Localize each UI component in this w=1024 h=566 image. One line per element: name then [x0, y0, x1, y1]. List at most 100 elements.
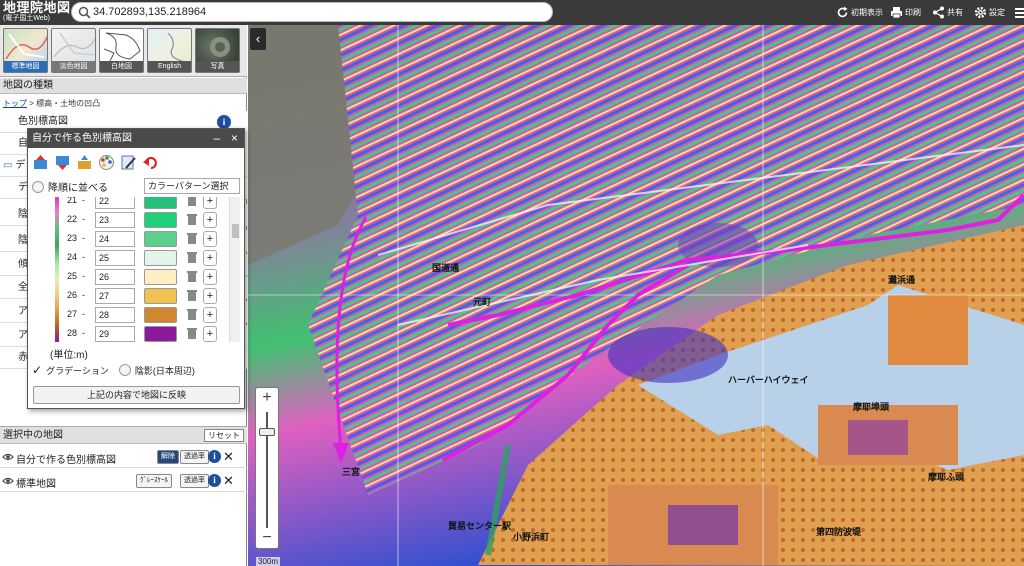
thumb-standard[interactable]: 標準地図 [3, 28, 48, 73]
elevation-row: 28- 29 + [61, 325, 236, 342]
add-row-button[interactable]: + [203, 212, 217, 228]
search-input[interactable] [93, 4, 533, 20]
reset-button[interactable]: リセット [204, 429, 244, 442]
printer-icon [891, 7, 902, 19]
thumb-blank-label: 白地図 [100, 61, 143, 72]
add-bottom-icon[interactable] [54, 154, 71, 171]
eye-icon[interactable] [2, 451, 14, 463]
map-label: 小野浜町 [513, 532, 550, 542]
close-icon[interactable]: ✕ [223, 473, 234, 489]
range-dash: - [82, 252, 85, 262]
thumb-photo[interactable]: 写真 [195, 28, 240, 73]
add-row-button[interactable]: + [203, 288, 217, 304]
range-high-input[interactable]: 24 [95, 231, 135, 247]
elevation-row: 23- 24 + [61, 230, 236, 249]
opacity-button[interactable]: 透過率 [180, 450, 209, 464]
edit-pen-icon[interactable] [120, 154, 137, 171]
minimize-button[interactable]: – [213, 129, 220, 148]
close-icon[interactable]: ✕ [223, 449, 234, 465]
layer-item-label: 色別標高図 [18, 116, 68, 127]
table-scrollbar[interactable] [229, 197, 240, 342]
trash-icon[interactable] [187, 327, 197, 340]
more-icon[interactable] [1014, 4, 1024, 21]
add-row-button[interactable]: + [203, 197, 217, 209]
release-button[interactable]: 解除 [157, 450, 179, 464]
add-top-icon[interactable] [32, 154, 49, 171]
trash-icon[interactable] [187, 213, 197, 226]
trash-icon[interactable] [187, 251, 197, 264]
info-icon[interactable]: i [208, 474, 221, 487]
color-pattern-select[interactable]: カラーパターン選択 [144, 178, 240, 194]
range-dash: - [82, 290, 85, 300]
range-high-input[interactable]: 26 [95, 269, 135, 285]
range-low: 25 [66, 271, 77, 281]
range-high-input[interactable]: 23 [95, 212, 135, 228]
elevation-row: 25- 26 + [61, 268, 236, 287]
zoom-in-button[interactable]: + [256, 389, 278, 407]
thumb-english[interactable]: English [147, 28, 192, 73]
add-row-button[interactable]: + [203, 269, 217, 285]
info-icon[interactable]: i [217, 115, 231, 129]
close-button[interactable]: × [231, 129, 238, 148]
thumb-pale[interactable]: 淡色地図 [51, 28, 96, 73]
color-swatch[interactable] [144, 288, 177, 304]
palette-icon[interactable] [98, 154, 115, 171]
range-high-input[interactable]: 29 [95, 326, 135, 342]
color-swatch[interactable] [144, 250, 177, 266]
gradation-checkbox[interactable]: ✓ [32, 363, 42, 377]
sort-descending-option[interactable]: 降順に並べる [32, 179, 108, 194]
zoom-out-button[interactable]: − [256, 529, 278, 547]
share-button[interactable]: 共有 [932, 4, 963, 21]
color-swatch[interactable] [144, 307, 177, 323]
trash-icon[interactable] [187, 232, 197, 245]
add-row-button[interactable]: + [203, 231, 217, 247]
grayscale-button[interactable]: ｸﾞﾚｰｽｹｰﾙ [136, 474, 172, 488]
map-label: ハーバーハイウェイ [728, 375, 809, 385]
opacity-button[interactable]: 透過率 [180, 474, 209, 488]
apply-to-map-button[interactable]: 上記の内容で地図に反映 [33, 386, 240, 404]
trash-icon[interactable] [187, 289, 197, 302]
photo-thumbnail [210, 37, 230, 57]
map-label: 第四防波堤 [816, 527, 862, 537]
range-dash: - [82, 214, 85, 224]
map-label: 貿易センター駅 [448, 521, 512, 531]
range-dash: - [82, 328, 85, 338]
trash-icon[interactable] [187, 270, 197, 283]
color-swatch[interactable] [144, 269, 177, 285]
undo-icon[interactable] [142, 154, 159, 171]
info-icon[interactable]: i [208, 450, 221, 463]
color-swatch[interactable] [144, 197, 177, 209]
eye-icon[interactable] [2, 475, 14, 487]
range-high-input[interactable]: 27 [95, 288, 135, 304]
settings-button[interactable]: 設定 [974, 4, 1005, 21]
collapse-panel-button[interactable]: ‹ [250, 28, 266, 50]
print-button[interactable]: 印刷 [890, 4, 921, 21]
app-header: 地理院地図 (電子国土Web) 初期表示 印刷 共有 設定 [0, 0, 1024, 25]
search-icon[interactable] [78, 6, 91, 19]
add-row-button[interactable]: + [203, 307, 217, 323]
range-high-input[interactable]: 28 [95, 307, 135, 323]
shade-checkbox[interactable] [118, 364, 131, 376]
map-canvas[interactable] [248, 25, 1024, 566]
scrollbar-thumb[interactable] [232, 224, 239, 238]
app-logo[interactable]: 地理院地図 (電子国土Web) [3, 1, 71, 23]
zoom-slider-handle[interactable] [259, 428, 275, 436]
reset-view-button[interactable]: 初期表示 [836, 4, 883, 21]
import-icon[interactable] [76, 154, 93, 171]
add-row-button[interactable]: + [203, 326, 217, 342]
range-high-input[interactable]: 25 [95, 250, 135, 266]
gear-icon [974, 6, 987, 19]
breadcrumb-top-link[interactable]: トップ [3, 99, 27, 108]
thumb-blank[interactable]: 白地図 [99, 28, 144, 73]
color-elevation-popup: 自分で作る色別標高図 – × 降順に並べる カラーパターン選択 21- 22 +… [27, 128, 245, 409]
color-swatch[interactable] [144, 231, 177, 247]
map-label: 三宮 [342, 467, 361, 477]
range-high-input[interactable]: 22 [95, 197, 135, 209]
color-swatch[interactable] [144, 326, 177, 342]
trash-icon[interactable] [187, 197, 197, 207]
map-view[interactable]: 国道通 元町 ハーバーハイウェイ 摩耶埠頭 摩耶ふ頭 小野浜町 貿易センター駅 … [248, 25, 1024, 566]
trash-icon[interactable] [187, 308, 197, 321]
color-swatch[interactable] [144, 212, 177, 228]
add-row-button[interactable]: + [203, 250, 217, 266]
sort-radio[interactable] [32, 180, 44, 193]
